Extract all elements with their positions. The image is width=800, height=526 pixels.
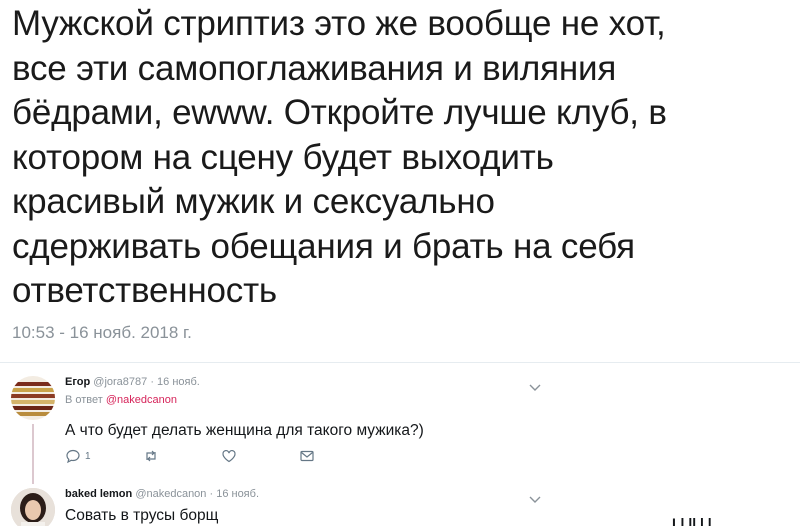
action-bar: 1 xyxy=(65,447,365,467)
tweet-text-line: бёдрами, ewww. Откройте лучше клуб, в xyxy=(12,93,667,132)
like-button[interactable] xyxy=(221,447,237,465)
reply-tweet[interactable]: Егор @jora8787 · 16 нояб. В ответ @naked… xyxy=(0,366,800,484)
envelope-icon xyxy=(300,450,314,462)
meta-separator: · xyxy=(206,488,217,500)
reply-to-prefix: В ответ xyxy=(65,394,106,406)
author-name[interactable]: Егор xyxy=(65,376,90,388)
reply-text: Совать в трусы борщ xyxy=(65,507,219,524)
tweet-text-line: сдерживать обещания и брать на себя xyxy=(12,226,635,266)
cropped-text-fragment: Ll ll l l xyxy=(672,515,712,526)
retweet-icon xyxy=(146,450,156,462)
author-name[interactable]: baked lemon xyxy=(65,488,132,500)
reply-icon xyxy=(66,449,80,464)
reply-to-mention[interactable]: @nakedcanon xyxy=(106,394,177,406)
meta-separator: · xyxy=(147,376,158,388)
reply-button[interactable]: 1 xyxy=(65,447,91,465)
reply-header: Егор @jora8787 · 16 нояб. xyxy=(65,376,200,388)
divider xyxy=(0,362,800,363)
avatar[interactable] xyxy=(11,376,55,420)
tweet-text-line: Мужской стриптиз это же вообще не хот, xyxy=(12,4,666,43)
tweet-text: Мужской стриптиз это же вообще не хот, в… xyxy=(12,2,788,314)
reply-date[interactable]: 16 нояб. xyxy=(157,376,200,388)
reply-to: В ответ @nakedcanon xyxy=(65,394,177,406)
chevron-down-icon[interactable] xyxy=(528,495,542,505)
tweet-text-line: ответственность xyxy=(12,271,277,310)
reply-date[interactable]: 16 нояб. xyxy=(216,488,259,500)
chevron-down-icon[interactable] xyxy=(528,383,542,393)
reply-text: А что будет делать женщина для такого му… xyxy=(65,422,424,439)
heart-icon xyxy=(222,449,236,463)
reply-count: 1 xyxy=(85,450,91,462)
tweet-text-line: все эти самопоглаживания и виляния xyxy=(12,48,617,88)
tweet-text-line: котором на сцену будет выходить xyxy=(12,137,554,177)
author-handle[interactable]: @jora8787 xyxy=(93,376,147,388)
person-avatar-icon xyxy=(11,488,55,526)
tweet-timestamp[interactable]: 10:53 - 16 нояб. 2018 г. xyxy=(12,323,192,343)
dm-button[interactable] xyxy=(299,447,315,465)
tweet-text-line: красивый мужик и сексуально xyxy=(12,182,495,221)
avatar[interactable] xyxy=(11,488,55,526)
author-handle[interactable]: @nakedcanon xyxy=(135,488,206,500)
reply-header: baked lemon @nakedcanon · 16 нояб. xyxy=(65,488,259,500)
thread-line xyxy=(32,424,34,484)
retweet-button[interactable] xyxy=(143,447,159,465)
